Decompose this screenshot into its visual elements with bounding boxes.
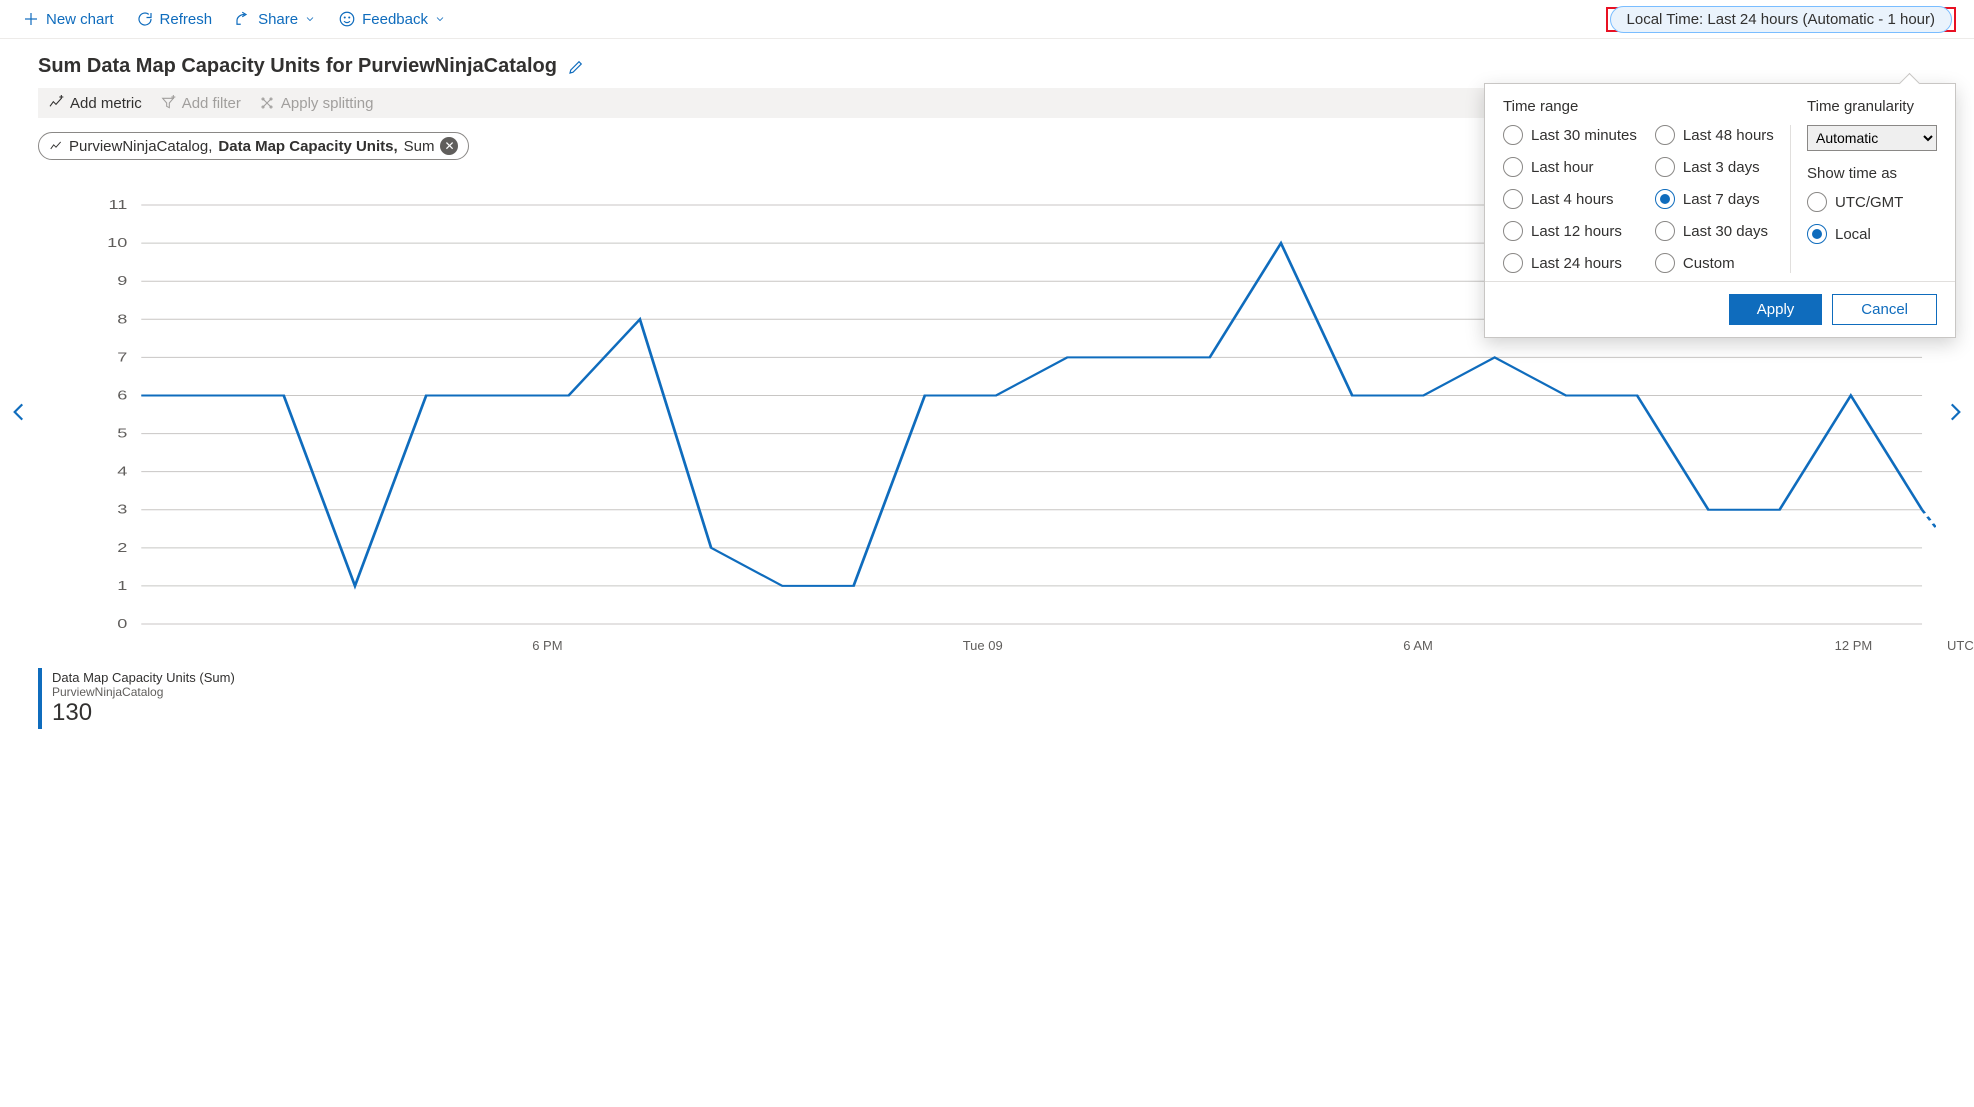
new-chart-button[interactable]: New chart xyxy=(18,6,118,32)
radio-last-24-hours[interactable]: Last 24 hours xyxy=(1503,253,1637,273)
svg-text:11: 11 xyxy=(108,198,127,212)
radio-last-7-days[interactable]: Last 7 days xyxy=(1655,189,1774,209)
svg-text:4: 4 xyxy=(117,465,127,479)
command-bar: New chart Refresh Share Feedback Local T… xyxy=(0,0,1974,39)
svg-text:7: 7 xyxy=(117,351,127,365)
radio-icon xyxy=(1503,221,1523,241)
share-button[interactable]: Share xyxy=(230,6,320,32)
svg-text:0: 0 xyxy=(117,617,127,631)
add-filter-button[interactable]: Add filter xyxy=(160,95,241,112)
granularity-select[interactable]: Automatic xyxy=(1807,125,1937,151)
radio-icon xyxy=(1655,221,1675,241)
radio-custom[interactable]: Custom xyxy=(1655,253,1774,273)
time-range-pill[interactable]: Local Time: Last 24 hours (Automatic - 1… xyxy=(1610,6,1952,33)
radio-label: Last 48 hours xyxy=(1683,127,1774,144)
radio-icon xyxy=(1807,224,1827,244)
radio-icon xyxy=(1503,125,1523,145)
radio-label: Last 12 hours xyxy=(1531,223,1622,240)
radio-label: UTC/GMT xyxy=(1835,194,1903,211)
new-chart-label: New chart xyxy=(46,11,114,28)
radio-icon xyxy=(1655,125,1675,145)
svg-text:6: 6 xyxy=(117,389,127,403)
radio-label: Last 4 hours xyxy=(1531,191,1614,208)
radio-last-3-days[interactable]: Last 3 days xyxy=(1655,157,1774,177)
radio-label: Last 30 minutes xyxy=(1531,127,1637,144)
chevron-down-icon xyxy=(434,13,446,25)
legend-value: 130 xyxy=(52,699,235,727)
svg-text:1: 1 xyxy=(117,579,127,593)
add-metric-button[interactable]: Add metric xyxy=(48,95,142,112)
svg-text:8: 8 xyxy=(117,313,127,327)
apply-button[interactable]: Apply xyxy=(1729,294,1823,325)
metric-chip[interactable]: PurviewNinjaCatalog, Data Map Capacity U… xyxy=(38,132,469,160)
apply-splitting-label: Apply splitting xyxy=(281,95,374,112)
chevron-down-icon xyxy=(304,13,316,25)
x-tick-label: 6 PM xyxy=(532,638,562,653)
radio-label: Last hour xyxy=(1531,159,1594,176)
radio-local[interactable]: Local xyxy=(1807,224,1937,244)
radio-last-48-hours[interactable]: Last 48 hours xyxy=(1655,125,1774,145)
feedback-label: Feedback xyxy=(362,11,428,28)
radio-label: Custom xyxy=(1683,255,1735,272)
apply-splitting-button[interactable]: Apply splitting xyxy=(259,95,374,112)
chart-title: Sum Data Map Capacity Units for PurviewN… xyxy=(38,55,557,78)
radio-last-hour[interactable]: Last hour xyxy=(1503,157,1637,177)
legend-title: Data Map Capacity Units (Sum) xyxy=(52,670,235,685)
metric-line-icon xyxy=(49,139,63,153)
time-range-popover: Time range Last 30 minutes Last hour Last … xyxy=(1484,83,1956,338)
cancel-button[interactable]: Cancel xyxy=(1832,294,1937,325)
radio-utc-gmt[interactable]: UTC/GMT xyxy=(1807,192,1937,212)
feedback-button[interactable]: Feedback xyxy=(334,6,450,32)
show-time-header: Show time as xyxy=(1807,165,1937,182)
radio-label: Last 3 days xyxy=(1683,159,1760,176)
radio-label: Local xyxy=(1835,226,1871,243)
x-tick-label: 6 AM xyxy=(1403,638,1433,653)
refresh-button[interactable]: Refresh xyxy=(132,6,217,32)
radio-label: Last 24 hours xyxy=(1531,255,1622,272)
svg-text:10: 10 xyxy=(107,236,127,250)
radio-icon xyxy=(1503,189,1523,209)
annotation-highlight: Local Time: Last 24 hours (Automatic - 1… xyxy=(1606,7,1956,32)
timezone-label: UTC+05:30 xyxy=(1947,638,1974,653)
x-tick-label: 12 PM xyxy=(1835,638,1873,653)
time-range-header: Time range xyxy=(1503,98,1791,115)
add-metric-label: Add metric xyxy=(70,95,142,112)
add-filter-label: Add filter xyxy=(182,95,241,112)
radio-label: Last 30 days xyxy=(1683,223,1768,240)
prev-chart-arrow[interactable] xyxy=(6,399,32,425)
next-chart-arrow[interactable] xyxy=(1942,399,1968,425)
legend[interactable]: Data Map Capacity Units (Sum) PurviewNin… xyxy=(38,668,235,729)
share-label: Share xyxy=(258,11,298,28)
edit-title-icon[interactable] xyxy=(567,58,585,76)
svg-text:3: 3 xyxy=(117,503,127,517)
radio-icon xyxy=(1503,253,1523,273)
svg-text:9: 9 xyxy=(117,275,127,289)
radio-last-4-hours[interactable]: Last 4 hours xyxy=(1503,189,1637,209)
chip-scope: PurviewNinjaCatalog, xyxy=(69,138,212,155)
granularity-header: Time granularity xyxy=(1807,98,1937,115)
radio-last-12-hours[interactable]: Last 12 hours xyxy=(1503,221,1637,241)
svg-text:5: 5 xyxy=(117,427,127,441)
radio-last-30-minutes[interactable]: Last 30 minutes xyxy=(1503,125,1637,145)
refresh-label: Refresh xyxy=(160,11,213,28)
legend-subtitle: PurviewNinjaCatalog xyxy=(52,685,235,699)
chip-agg: Sum xyxy=(404,138,435,155)
radio-icon xyxy=(1655,253,1675,273)
radio-last-30-days[interactable]: Last 30 days xyxy=(1655,221,1774,241)
chip-metric: Data Map Capacity Units, xyxy=(218,138,397,155)
radio-label: Last 7 days xyxy=(1683,191,1760,208)
radio-icon xyxy=(1655,189,1675,209)
radio-icon xyxy=(1503,157,1523,177)
x-tick-label: Tue 09 xyxy=(963,638,1003,653)
radio-icon xyxy=(1655,157,1675,177)
radio-icon xyxy=(1807,192,1827,212)
svg-text:2: 2 xyxy=(117,541,127,555)
remove-chip-icon[interactable]: ✕ xyxy=(440,137,458,155)
